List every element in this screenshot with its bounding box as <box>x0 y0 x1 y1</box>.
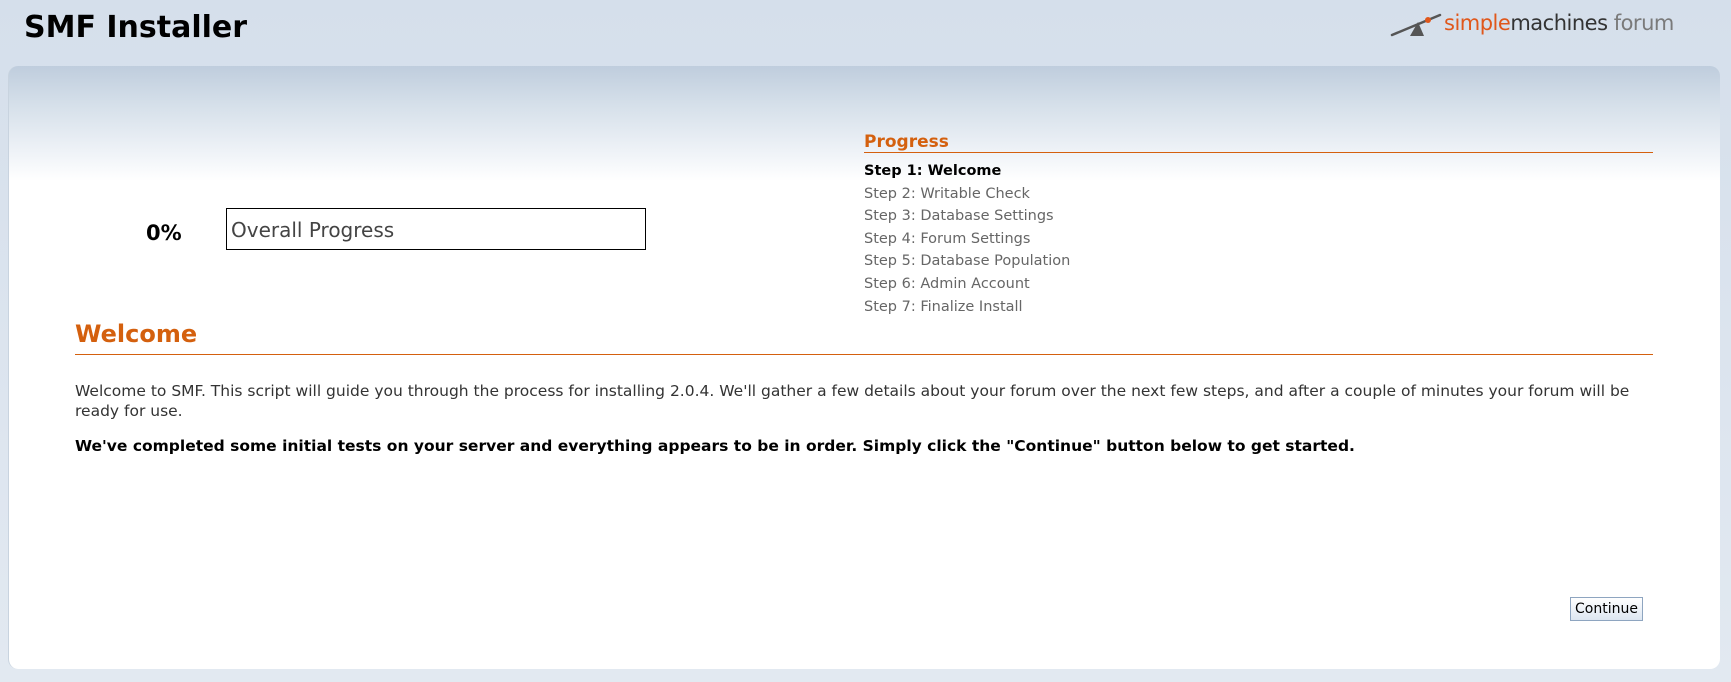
logo-word-forum: forum <box>1607 11 1675 35</box>
progress-step-1: Step 1: Welcome <box>864 163 1002 179</box>
smf-logo: simplemachines forum <box>1390 8 1690 40</box>
progress-step-5: Step 5: Database Population <box>864 253 1071 270</box>
progress-heading: Progress <box>864 132 1653 153</box>
seesaw-logo-icon <box>1390 13 1442 37</box>
installer-page: SMF Installer simplemachines forum 0% Ov… <box>0 0 1731 682</box>
app-title: SMF Installer <box>24 10 248 45</box>
overall-progress-bar: Overall Progress <box>226 208 646 250</box>
server-check-status-text: We've completed some initial tests on yo… <box>75 437 1355 455</box>
overall-progress-percent: 0% <box>146 221 182 245</box>
progress-step-4: Step 4: Forum Settings <box>864 230 1031 247</box>
logo-word-simple: simple <box>1444 11 1511 35</box>
main-panel <box>8 66 1720 669</box>
progress-step-6: Step 6: Admin Account <box>864 275 1030 292</box>
steps-list: Step 1: Welcome Step 2: Writable Check Ste… <box>864 161 1070 319</box>
logo-word-machines: machines <box>1510 11 1608 35</box>
continue-button[interactable]: Continue <box>1570 597 1643 621</box>
progress-step-2: Step 2: Writable Check <box>864 185 1030 202</box>
section-heading: Welcome <box>75 320 1653 355</box>
progress-step-3: Step 3: Database Settings <box>864 208 1054 225</box>
overall-progress-label: Overall Progress <box>231 218 395 242</box>
welcome-intro-text: Welcome to SMF. This script will guide y… <box>75 382 1630 420</box>
progress-step-7: Step 7: Finalize Install <box>864 298 1023 315</box>
logo-wordmark: simplemachines forum <box>1444 11 1674 35</box>
